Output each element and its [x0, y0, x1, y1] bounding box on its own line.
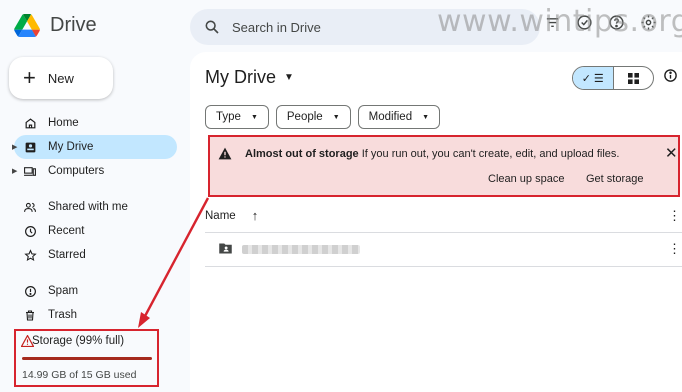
alert-title: Almost out of storage: [245, 148, 359, 160]
warning-icon: [218, 147, 232, 165]
app-name: Drive: [50, 14, 97, 36]
dropdown-arrow-icon: ▼: [284, 72, 294, 83]
search-placeholder: Search in Drive: [232, 19, 321, 35]
drive-logo[interactable]: Drive: [14, 14, 97, 37]
plus-icon: +: [23, 65, 36, 90]
trash-icon: [22, 307, 38, 323]
grid-view-button[interactable]: [614, 67, 654, 89]
sidebar-item-label: Spam: [48, 285, 79, 297]
filter-people[interactable]: People ▼: [275, 105, 351, 129]
sidebar-item-trash[interactable]: Trash: [14, 303, 177, 327]
sidebar-item-label: Recent: [48, 225, 85, 237]
info-icon[interactable]: [663, 68, 682, 87]
storage-label[interactable]: Storage (99% full): [32, 335, 124, 347]
new-button-label: New: [47, 70, 74, 86]
check-icon: ✓: [581, 72, 591, 85]
close-icon[interactable]: ✕: [665, 144, 678, 162]
spam-icon: [22, 283, 38, 299]
divider: [205, 232, 682, 233]
column-header-label: Name: [205, 209, 236, 222]
sidebar-item-shared-with-me[interactable]: Shared with me: [14, 195, 177, 219]
storage-alert-banner: Almost out of storage If you run out, yo…: [208, 135, 680, 197]
new-button[interactable]: + New: [9, 57, 113, 99]
people-icon: [22, 199, 38, 215]
filter-type[interactable]: Type ▼: [205, 105, 269, 129]
view-toggle: ✓ ☰: [572, 66, 654, 90]
filter-label: People: [286, 111, 323, 123]
my-drive-icon: [22, 139, 38, 155]
sidebar-item-label: Starred: [48, 249, 86, 261]
grid-icon: [627, 72, 639, 84]
name-column-header[interactable]: Name ↑: [205, 208, 258, 223]
get-storage-button[interactable]: Get storage: [586, 173, 643, 185]
blurred-file-name: [242, 245, 360, 254]
sidebar-item-label: Computers: [48, 165, 105, 177]
clean-up-space-button[interactable]: Clean up space: [488, 173, 564, 185]
dropdown-arrow-icon: ▼: [250, 113, 258, 121]
divider: [205, 266, 682, 267]
expand-caret-icon[interactable]: ▶: [12, 167, 17, 175]
filter-label: Modified: [368, 111, 413, 123]
sidebar-item-label: Home: [48, 117, 79, 129]
list-view-button[interactable]: ✓ ☰: [573, 67, 614, 89]
sort-up-arrow-icon[interactable]: ↑: [252, 208, 259, 223]
more-options-icon[interactable]: ⋮: [668, 241, 681, 257]
sidebar-item-label: Shared with me: [48, 201, 128, 213]
page-title[interactable]: My Drive ▼: [205, 67, 294, 88]
drive-logo-icon: [14, 14, 40, 37]
alert-message: Almost out of storage If you run out, yo…: [245, 148, 619, 160]
dropdown-arrow-icon: ▼: [422, 113, 430, 121]
filter-label: Type: [216, 111, 241, 123]
search-icon: [205, 20, 219, 34]
filter-chips: Type ▼ People ▼ Modified ▼: [205, 105, 441, 129]
list-icon: ☰: [593, 72, 604, 85]
sidebar-item-label: Trash: [48, 309, 77, 321]
storage-progress-bar: [22, 357, 152, 360]
filter-modified[interactable]: Modified ▼: [357, 105, 441, 129]
sidebar: Drive + New Home ▶ My Drive ▶ Computers: [0, 0, 190, 392]
storage-used-text: 14.99 GB of 15 GB used: [22, 369, 137, 381]
sidebar-item-label: My Drive: [48, 141, 94, 153]
main-panel: My Drive ▼ ✓ ☰ Type ▼ People ▼ Modified …: [190, 52, 682, 392]
sidebar-item-home[interactable]: Home: [14, 111, 177, 135]
sidebar-item-spam[interactable]: Spam: [14, 279, 177, 303]
sidebar-item-recent[interactable]: Recent: [14, 219, 177, 243]
expand-caret-icon[interactable]: ▶: [12, 143, 17, 151]
sidebar-item-starred[interactable]: Starred: [14, 243, 177, 267]
page-title-text: My Drive: [205, 67, 276, 87]
sidebar-item-computers[interactable]: ▶ Computers: [12, 159, 177, 183]
sidebar-nav: Home ▶ My Drive ▶ Computers Shared with …: [0, 111, 185, 327]
home-icon: [22, 115, 38, 131]
more-options-icon[interactable]: ⋮: [668, 208, 681, 224]
shared-folder-icon: [218, 242, 233, 260]
watermark-text: www.wintips.org: [437, 4, 682, 39]
star-icon: [22, 247, 38, 263]
sidebar-item-my-drive[interactable]: ▶ My Drive: [12, 135, 177, 159]
dropdown-arrow-icon: ▼: [332, 113, 340, 121]
computer-icon: [22, 163, 38, 179]
clock-icon: [22, 223, 38, 239]
alert-body: If you run out, you can't create, edit, …: [361, 148, 620, 160]
